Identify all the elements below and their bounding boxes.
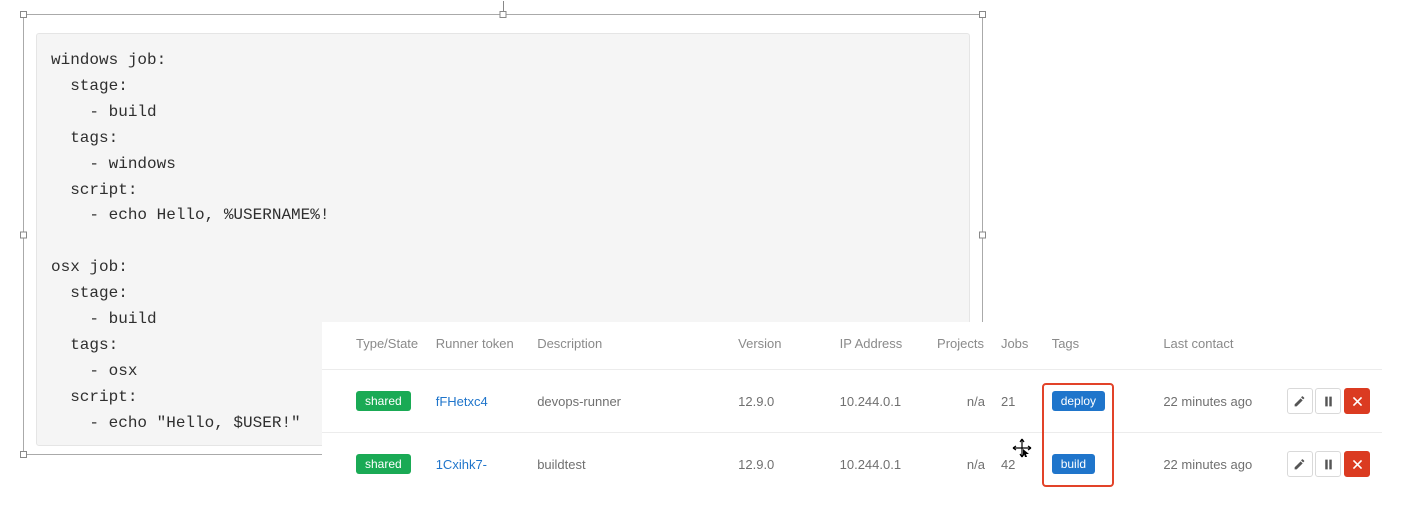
runner-jobs: 42 [993,433,1044,496]
runner-token-link[interactable]: fFHetxc4 [436,394,488,409]
close-icon [1351,395,1364,408]
col-token-header: Runner token [428,322,529,370]
pause-icon [1322,395,1335,408]
runner-projects: n/a [929,433,993,496]
runner-ip: 10.244.0.1 [832,433,929,496]
remove-button[interactable] [1344,388,1370,414]
col-contact-header: Last contact [1155,322,1277,370]
runner-ip: 10.244.0.1 [832,370,929,433]
runner-last-contact: 22 minutes ago [1155,433,1277,496]
pause-button[interactable] [1315,451,1341,477]
runner-version: 12.9.0 [730,370,831,433]
state-badge: shared [356,454,411,474]
edit-button[interactable] [1287,451,1313,477]
pencil-icon [1293,458,1306,471]
edit-button[interactable] [1287,388,1313,414]
tag-badge: deploy [1052,391,1105,411]
resize-handle-tc[interactable] [500,11,507,18]
runner-projects: n/a [929,370,993,433]
pencil-icon [1293,395,1306,408]
runner-jobs: 21 [993,370,1044,433]
state-badge: shared [356,391,411,411]
runner-desc: buildtest [529,433,730,496]
resize-handle-tl[interactable] [20,11,27,18]
runner-version: 12.9.0 [730,433,831,496]
table-row: shared 1Cxihk7- buildtest 12.9.0 10.244.… [322,433,1382,496]
pause-button[interactable] [1315,388,1341,414]
col-tags-header: Tags [1044,322,1156,370]
col-ip-header: IP Address [832,322,929,370]
table-row: shared fFHetxc4 devops-runner 12.9.0 10.… [322,370,1382,433]
runners-table: Type/State Runner token Description Vers… [322,322,1382,495]
col-projects-header: Projects [929,322,993,370]
col-type-header: Type/State [322,322,428,370]
pause-icon [1322,458,1335,471]
col-desc-header: Description [529,322,730,370]
col-jobs-header: Jobs [993,322,1044,370]
resize-handle-mr[interactable] [979,231,986,238]
resize-handle-tr[interactable] [979,11,986,18]
runner-token-link[interactable]: 1Cxihk7- [436,457,487,472]
col-version-header: Version [730,322,831,370]
col-actions-header [1277,322,1382,370]
close-icon [1351,458,1364,471]
resize-handle-bl[interactable] [20,451,27,458]
remove-button[interactable] [1344,451,1370,477]
runner-last-contact: 22 minutes ago [1155,370,1277,433]
runner-desc: devops-runner [529,370,730,433]
tag-badge: build [1052,454,1095,474]
resize-handle-ml[interactable] [20,231,27,238]
table-header-row: Type/State Runner token Description Vers… [322,322,1382,370]
